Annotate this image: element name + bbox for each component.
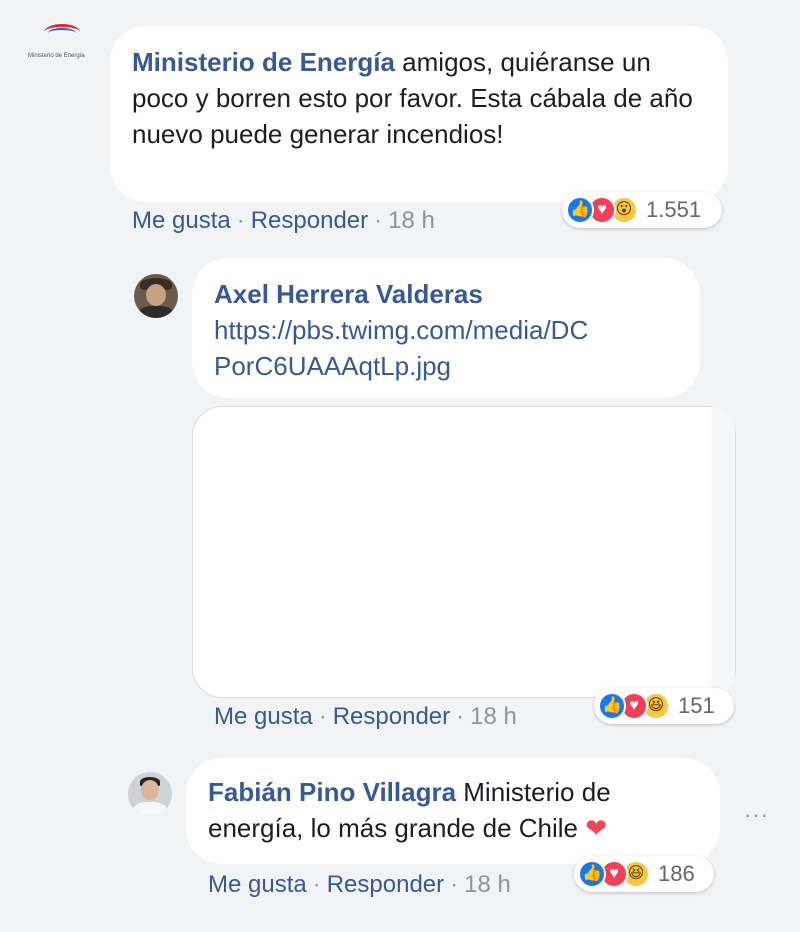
avatar-shirt bbox=[133, 802, 167, 816]
timestamp[interactable]: 18 h bbox=[464, 871, 511, 898]
timestamp[interactable]: 18 h bbox=[388, 207, 435, 234]
separator: · bbox=[318, 703, 327, 730]
reply-button[interactable]: Responder bbox=[327, 871, 444, 898]
separator: · bbox=[450, 871, 459, 898]
like-reaction-icon: 👍 bbox=[598, 692, 626, 720]
ministry-avatar[interactable]: Ministerio de Energía bbox=[24, 20, 90, 78]
reply-button[interactable]: Responder bbox=[251, 207, 368, 234]
comment-actions: Me gusta · Responder · 18 h bbox=[132, 206, 435, 236]
separator: · bbox=[312, 871, 321, 898]
reaction-count: 186 bbox=[658, 861, 695, 886]
logo-arc-inner bbox=[48, 28, 76, 38]
reactions-summary[interactable]: 👍 ♥ 😆 151 bbox=[594, 688, 734, 724]
link-preview-image[interactable] bbox=[192, 406, 736, 698]
fabian-avatar[interactable] bbox=[128, 772, 172, 816]
more-options-icon[interactable]: ··· bbox=[744, 802, 769, 828]
comment-author[interactable]: Axel Herrera Valderas bbox=[214, 276, 678, 312]
comment-author[interactable]: Fabián Pino Villagra bbox=[208, 777, 456, 807]
preview-edge bbox=[711, 407, 735, 697]
separator: · bbox=[456, 703, 465, 730]
comment-author[interactable]: Ministerio de Energía bbox=[132, 47, 395, 77]
reaction-count: 1.551 bbox=[646, 197, 702, 222]
comment-link-line1[interactable]: https://pbs.twimg.com/media/DC bbox=[214, 312, 678, 348]
comment-bubble: Ministerio de Energía amigos, quiéranse … bbox=[110, 26, 728, 202]
like-button[interactable]: Me gusta bbox=[132, 207, 231, 234]
comment-actions: Me gusta · Responder · 18 h bbox=[214, 702, 517, 732]
reactions-summary[interactable]: 👍 ♥ 😮 1.551 bbox=[562, 192, 722, 228]
like-reaction-icon: 👍 bbox=[578, 860, 606, 888]
reply-bubble: Axel Herrera Valderas https://pbs.twimg.… bbox=[192, 258, 700, 398]
heart-emoji-icon: ❤ bbox=[585, 813, 608, 843]
axel-avatar[interactable] bbox=[134, 274, 178, 318]
reply-button[interactable]: Responder bbox=[333, 703, 450, 730]
separator: · bbox=[236, 207, 245, 234]
comment-bubble: Fabián Pino Villagra Ministerio de energ… bbox=[186, 758, 720, 864]
avatar-shirt bbox=[138, 306, 174, 318]
comment-link-line2[interactable]: PorC6UAAAqtLp.jpg bbox=[214, 348, 678, 384]
like-button[interactable]: Me gusta bbox=[214, 703, 313, 730]
avatar-logo-text: Ministerio de Energía bbox=[28, 53, 85, 59]
reactions-summary[interactable]: 👍 ♥ 😆 186 bbox=[574, 856, 714, 892]
reaction-count: 151 bbox=[678, 693, 715, 718]
avatar-face bbox=[141, 780, 159, 800]
timestamp[interactable]: 18 h bbox=[470, 703, 517, 730]
comment-actions: Me gusta · Responder · 18 h bbox=[208, 870, 511, 900]
like-button[interactable]: Me gusta bbox=[208, 871, 307, 898]
like-reaction-icon: 👍 bbox=[566, 196, 594, 224]
avatar-face bbox=[146, 284, 166, 306]
separator: · bbox=[374, 207, 383, 234]
